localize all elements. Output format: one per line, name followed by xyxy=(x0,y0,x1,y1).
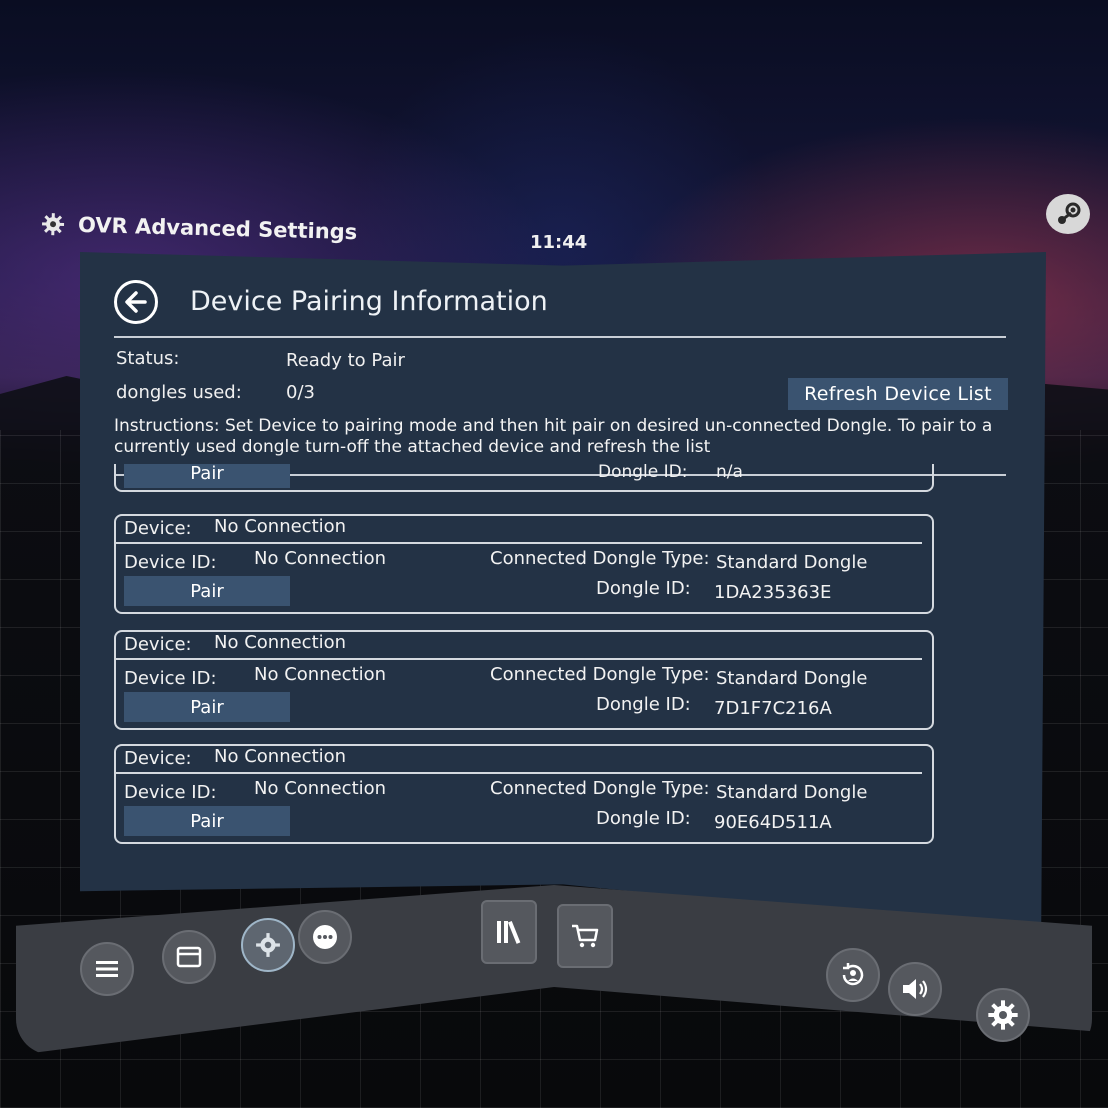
dongle-id-value: 7D1F7C216A xyxy=(714,698,832,719)
device-value: No Connection xyxy=(214,632,347,653)
card-divider xyxy=(116,772,922,774)
window-icon xyxy=(176,946,202,968)
steam-icon[interactable] xyxy=(1046,194,1090,234)
device-label: Device: xyxy=(124,748,192,769)
dongle-id-label: Dongle ID: xyxy=(596,694,691,715)
device-label: Device: xyxy=(124,518,192,539)
back-button[interactable] xyxy=(114,280,158,324)
recenter-icon xyxy=(842,963,864,986)
device-card: Device: No Connection Device ID: No Conn… xyxy=(114,744,934,844)
status-label: Status: xyxy=(116,348,180,369)
library-button[interactable] xyxy=(481,900,537,964)
device-id-value: No Connection xyxy=(254,548,387,569)
back-arrow-icon xyxy=(125,291,147,313)
settings-button[interactable] xyxy=(976,988,1030,1042)
library-icon xyxy=(497,921,521,944)
device-card: Device: No Connection Device ID: No Conn… xyxy=(114,630,934,730)
dongle-type-value: Standard Dongle xyxy=(716,782,868,803)
device-id-label: Device ID: xyxy=(124,782,217,803)
volume-button[interactable] xyxy=(888,962,942,1016)
dongle-id-value: n/a xyxy=(716,464,743,482)
device-label: Device: xyxy=(124,634,192,655)
app-header: OVR Advanced Settings xyxy=(40,208,358,248)
dongle-type-value: Standard Dongle xyxy=(716,552,868,573)
gear-icon xyxy=(40,211,67,238)
pair-button[interactable]: Pair xyxy=(124,464,290,488)
instructions-text: Instructions: Set Device to pairing mode… xyxy=(114,416,993,457)
device-id-label: Device ID: xyxy=(124,552,217,573)
device-id-label: Device ID: xyxy=(124,668,217,689)
status-value: Ready to Pair xyxy=(286,350,405,371)
refresh-device-list-button[interactable]: Refresh Device List xyxy=(788,378,1008,410)
dongle-id-value: 90E64D511A xyxy=(714,812,832,833)
clock: 11:44 xyxy=(530,232,588,253)
dongle-id-label: Dongle ID: xyxy=(596,578,691,599)
menu-icon xyxy=(96,961,118,977)
dongle-type-label: Connected Dongle Type: xyxy=(490,778,710,799)
card-divider xyxy=(116,658,922,660)
dongle-id-label: Dongle ID: xyxy=(598,464,688,482)
device-card: Device: No Connection Device ID: No Conn… xyxy=(114,514,934,614)
dongle-type-value: Standard Dongle xyxy=(716,668,868,689)
more-icon xyxy=(313,925,337,949)
dongle-id-label: Dongle ID: xyxy=(596,808,691,829)
settings-gear-icon xyxy=(988,1000,1018,1030)
dongle-id-value: 1DA235363E xyxy=(714,582,832,603)
dongles-used-label: dongles used: xyxy=(116,382,242,403)
device-id-value: No Connection xyxy=(254,778,387,799)
store-cart-icon xyxy=(572,924,599,948)
title-divider xyxy=(114,336,1006,338)
card-divider xyxy=(116,542,922,544)
window-button[interactable] xyxy=(162,930,216,984)
pair-button[interactable]: Pair xyxy=(124,576,290,606)
device-value: No Connection xyxy=(214,516,347,537)
dongle-type-label: Connected Dongle Type: xyxy=(490,548,710,569)
device-card-partial: Pair Dongle ID: n/a xyxy=(114,464,934,492)
ovr-settings-button[interactable] xyxy=(241,918,295,972)
menu-button[interactable] xyxy=(80,942,134,996)
recenter-button[interactable] xyxy=(826,948,880,1002)
pair-button[interactable]: Pair xyxy=(124,692,290,722)
app-title: OVR Advanced Settings xyxy=(77,212,358,245)
more-button[interactable] xyxy=(298,910,352,964)
device-id-value: No Connection xyxy=(254,664,387,685)
dongles-used-value: 0/3 xyxy=(286,382,315,403)
pair-button[interactable]: Pair xyxy=(124,806,290,836)
page-title: Device Pairing Information xyxy=(190,286,548,317)
ovr-settings-icon xyxy=(256,933,280,957)
volume-icon xyxy=(903,979,928,999)
device-pairing-panel: Device Pairing Information Status: Ready… xyxy=(80,252,1046,932)
dongle-type-label: Connected Dongle Type: xyxy=(490,664,710,685)
store-button[interactable] xyxy=(557,904,613,968)
device-value: No Connection xyxy=(214,746,347,767)
device-list[interactable]: Pair Dongle ID: n/a Device: No Connectio… xyxy=(114,464,938,884)
